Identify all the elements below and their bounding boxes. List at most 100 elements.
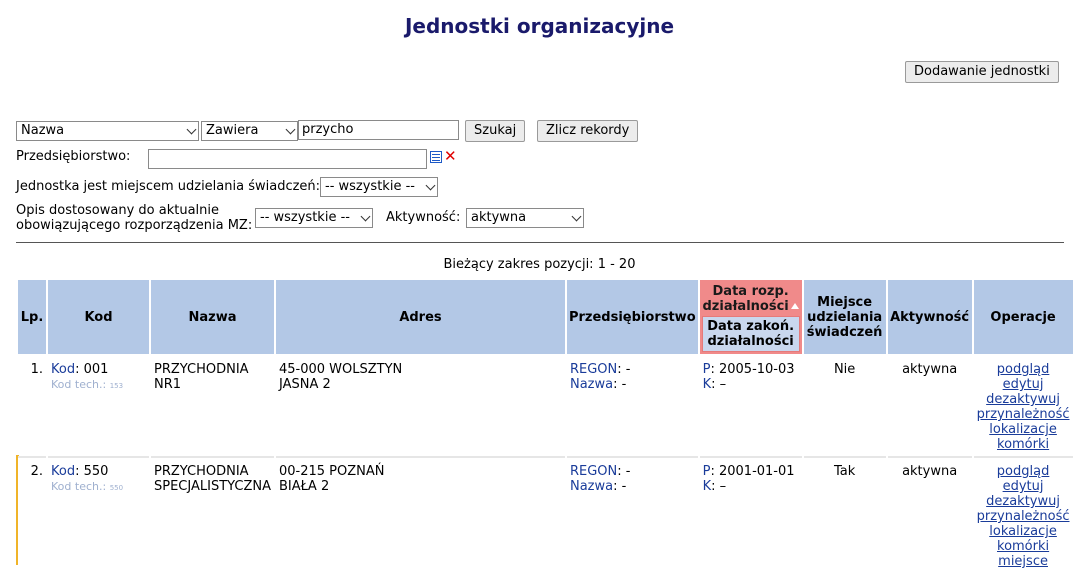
chevron-down-icon: [186, 124, 197, 135]
page-title: Jednostki organizacyjne: [404, 14, 675, 38]
kod-value: : 550: [75, 464, 109, 479]
przeds-nazwa-value: : -: [613, 377, 627, 392]
op-view-link[interactable]: podgląd: [977, 464, 1070, 479]
header-adres[interactable]: Adres: [275, 280, 565, 356]
cell-miejsce: Tak: [803, 458, 886, 573]
regon-label: REGON: [569, 464, 618, 479]
przeds-nazwa-label: Nazwa: [569, 377, 614, 392]
regon-value: : -: [617, 362, 631, 377]
cell-kod: Kod: 550 Kod tech.: 550: [48, 458, 149, 573]
header-miejsce-line3: świadczeń: [806, 324, 883, 340]
cell-nazwa: PRZYCHODNIA SPECJALISTYCZNA: [151, 458, 274, 573]
activity-select-value: aktywna: [471, 210, 527, 225]
header-data[interactable]: Data rozp. działalności Data zakoń. dzia…: [699, 280, 802, 356]
header-data-rozp-line1: Data rozp.: [712, 284, 789, 299]
kod-tech-value: 153: [109, 382, 124, 390]
p-value: : 2001-01-01: [710, 464, 795, 479]
kod-value: : 001: [75, 362, 109, 377]
place-select-value: -- wszystkie --: [325, 179, 415, 194]
add-unit-button[interactable]: Dodawanie jednostki: [905, 61, 1059, 83]
op-locations-link[interactable]: lokalizacje: [977, 422, 1070, 437]
header-nazwa[interactable]: Nazwa: [151, 280, 274, 356]
chevron-down-icon: [425, 180, 436, 191]
description-label-line1: Opis dostosowany do aktualnie: [16, 203, 220, 218]
description-select[interactable]: -- wszystkie --: [255, 208, 373, 228]
field-select[interactable]: Nazwa: [16, 121, 199, 141]
table-row: 2. Kod: 550 Kod tech.: 550 PRZYCHODNIA S…: [18, 458, 1073, 573]
range-text: Bieżący zakres pozycji: 1 - 20: [443, 257, 636, 272]
kod-label: Kod: [51, 464, 76, 479]
przeds-nazwa-value: : -: [613, 479, 627, 494]
op-membership-link[interactable]: przynależność: [977, 407, 1070, 422]
op-place-link[interactable]: miejsce: [977, 554, 1070, 569]
enterprise-input[interactable]: [148, 149, 427, 169]
header-przedsiebiorstwo[interactable]: Przedsiębiorstwo: [566, 280, 698, 356]
header-data-rozp[interactable]: Data rozp. działalności: [700, 280, 802, 316]
kod-tech-value: 550: [109, 484, 124, 492]
clear-icon[interactable]: ✕: [444, 147, 457, 165]
header-data-zakon[interactable]: Data zakoń. działalności: [701, 316, 800, 352]
chevron-down-icon: [360, 211, 371, 222]
adres-line1: 00-215 POZNAŃ: [278, 464, 385, 479]
count-records-button[interactable]: Zlicz rekordy: [537, 120, 639, 142]
op-deactivate-link[interactable]: dezaktywuj: [977, 392, 1070, 407]
cell-daty: P: 2005-10-03 K: –: [699, 356, 802, 458]
op-locations-link[interactable]: lokalizacje: [977, 524, 1070, 539]
cell-aktywnosc: aktywna: [887, 356, 972, 458]
header-miejsce[interactable]: Miejsce udzielania świadczeń: [803, 280, 886, 356]
operator-select[interactable]: Zawiera: [201, 121, 298, 141]
cell-przedsiebiorstwo: REGON: - Nazwa: -: [566, 458, 698, 573]
place-label: Jednostka jest miejscem udzielania świad…: [16, 179, 321, 194]
header-lp[interactable]: Lp.: [18, 280, 46, 356]
cell-lp: 2.: [18, 458, 46, 573]
place-select[interactable]: -- wszystkie --: [320, 177, 438, 197]
op-view-link[interactable]: podgląd: [977, 362, 1070, 377]
cell-miejsce: Nie: [803, 356, 886, 458]
description-label-line2: obowiązującego rozporządzenia MZ:: [16, 218, 253, 233]
nazwa-line2: NR1: [154, 377, 182, 392]
nazwa-line1: PRZYCHODNIA: [154, 362, 249, 377]
op-cells-link[interactable]: komórki: [977, 539, 1070, 554]
cell-adres: 45-000 WOLSZTYN JASNA 2: [275, 356, 565, 458]
list-icon[interactable]: [430, 151, 442, 163]
header-data-rozp-line2: działalności: [702, 299, 789, 314]
op-edit-link[interactable]: edytuj: [977, 377, 1070, 392]
header-aktywnosc[interactable]: Aktywność: [887, 280, 972, 356]
units-table: Lp. Kod Nazwa Adres Przedsiębiorstwo Dat…: [16, 280, 1075, 573]
regon-value: : -: [617, 464, 631, 479]
cell-operacje: podgląd edytuj dezaktywuj przynależność …: [973, 356, 1073, 458]
header-miejsce-line2: udzielania: [807, 309, 883, 325]
op-membership-link[interactable]: przynależność: [977, 509, 1070, 524]
cell-adres: 00-215 POZNAŃ BIAŁA 2: [275, 458, 565, 573]
search-button[interactable]: Szukaj: [465, 120, 526, 142]
op-cells-link[interactable]: komórki: [977, 437, 1070, 452]
table-row: 1. Kod: 001 Kod tech.: 153 PRZYCHODNIA N…: [18, 356, 1073, 458]
adres-line1: 45-000 WOLSZTYN: [278, 362, 403, 377]
search-input[interactable]: przycho: [298, 120, 459, 140]
cell-daty: P: 2001-01-01 K: –: [699, 458, 802, 573]
kod-tech-label: Kod tech.:: [51, 480, 107, 493]
activity-label: Aktywność:: [386, 210, 461, 225]
k-value: : –: [711, 377, 727, 392]
k-label: K: [702, 479, 712, 494]
operator-select-value: Zawiera: [206, 123, 259, 138]
k-label: K: [702, 377, 712, 392]
k-value: : –: [711, 479, 727, 494]
p-value: : 2005-10-03: [710, 362, 795, 377]
regon-label: REGON: [569, 362, 618, 377]
header-data-zakon-line1: Data zakoń.: [707, 319, 795, 334]
description-label: Opis dostosowany do aktualnie obowiązują…: [16, 203, 252, 233]
header-kod[interactable]: Kod: [48, 280, 149, 356]
cell-operacje: podgląd edytuj dezaktywuj przynależność …: [973, 458, 1073, 573]
op-edit-link[interactable]: edytuj: [977, 479, 1070, 494]
header-operacje: Operacje: [973, 280, 1073, 356]
przeds-nazwa-label: Nazwa: [569, 479, 614, 494]
adres-line2: JASNA 2: [278, 377, 331, 392]
kod-tech: Kod tech.: 153: [51, 378, 123, 391]
nazwa-line2: SPECJALISTYCZNA: [154, 479, 271, 494]
adres-line2: BIAŁA 2: [278, 479, 330, 494]
header-miejsce-line1: Miejsce: [817, 294, 873, 310]
op-deactivate-link[interactable]: dezaktywuj: [977, 494, 1070, 509]
description-select-value: -- wszystkie --: [260, 210, 350, 225]
activity-select[interactable]: aktywna: [466, 208, 584, 228]
